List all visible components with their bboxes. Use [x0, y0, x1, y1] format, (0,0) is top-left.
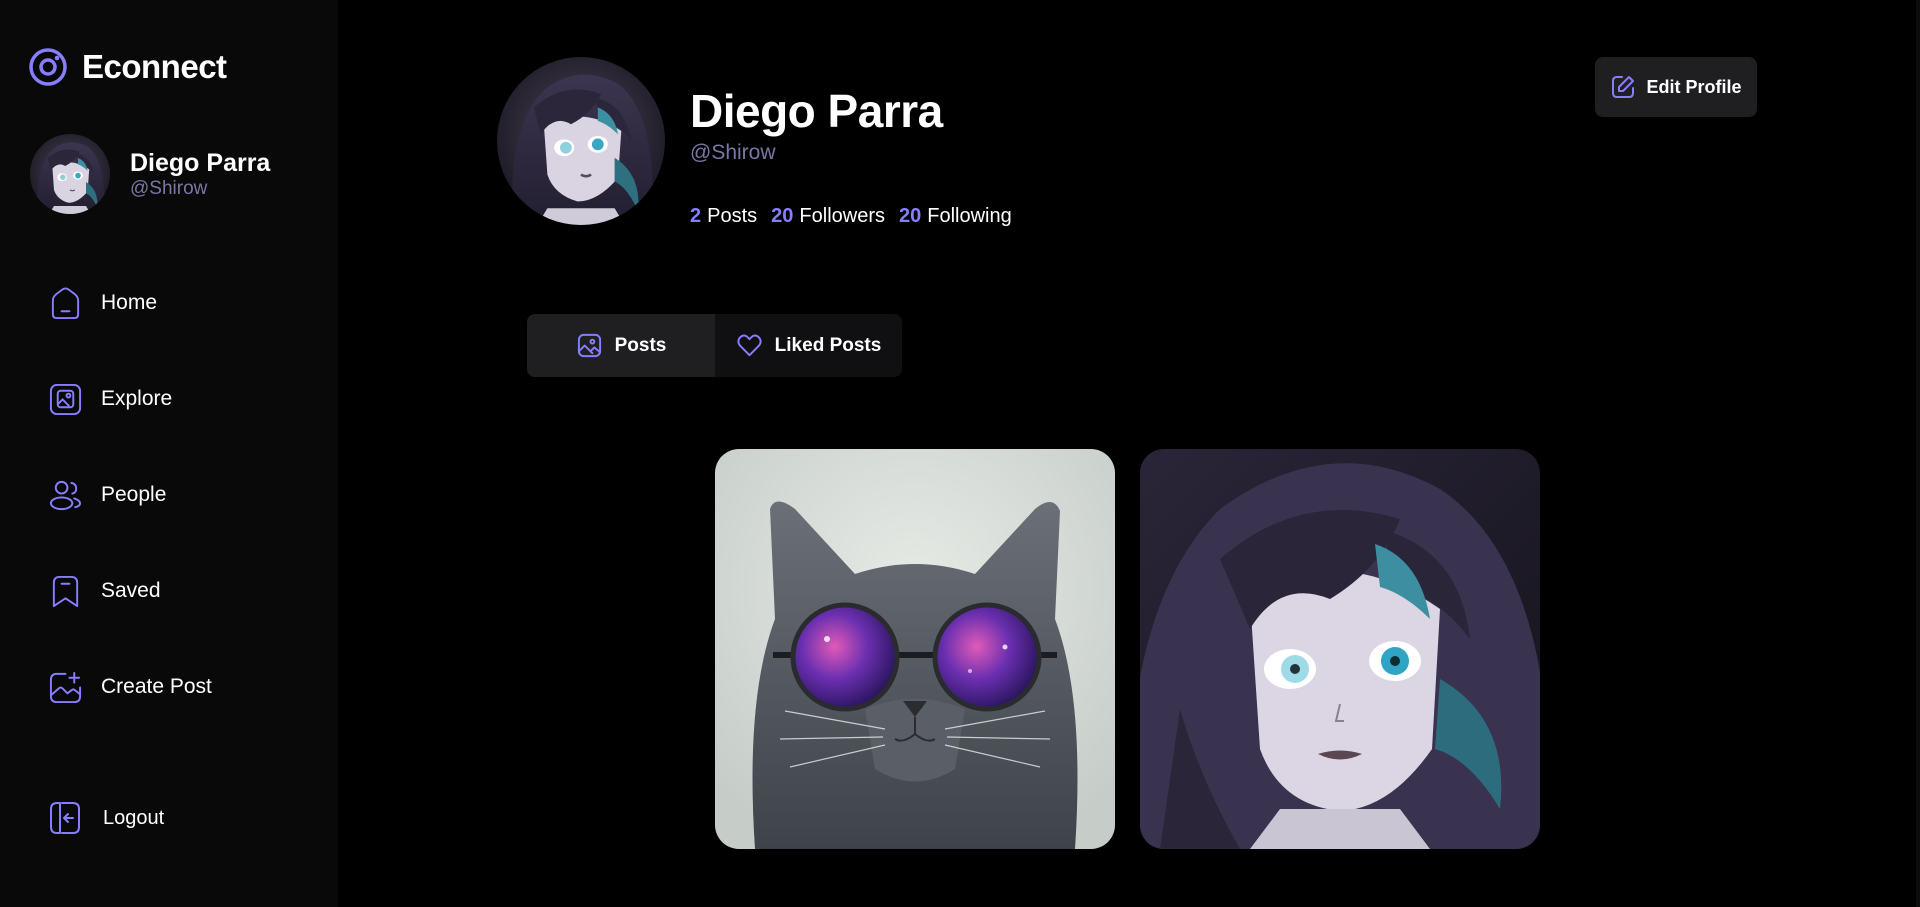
edit-profile-button[interactable]: Edit Profile — [1595, 57, 1757, 117]
tab-label: Liked Posts — [774, 334, 882, 356]
sidebar-nav: Home Explore People Saved Create Post — [36, 255, 326, 735]
sidebar: Econnect Diego Parra @Shirow Home Explor… — [0, 0, 338, 907]
stat-posts: 2 Posts — [690, 205, 757, 228]
stat-label: Followers — [799, 205, 885, 227]
current-user-card[interactable]: Diego Parra @Shirow — [30, 134, 270, 214]
sidebar-item-explore[interactable]: Explore — [36, 351, 326, 447]
profile-avatar — [497, 57, 665, 225]
profile-stats: 2 Posts 20 Followers 20 Following — [690, 205, 1026, 228]
add-image-icon — [49, 671, 82, 703]
sidebar-item-saved[interactable]: Saved — [36, 543, 326, 639]
stat-label: Following — [927, 205, 1012, 227]
sidebar-item-people[interactable]: People — [36, 447, 326, 543]
edit-icon — [1612, 76, 1635, 98]
app-name: Econnect — [82, 48, 227, 85]
logout-label: Logout — [103, 806, 165, 829]
post-image-anime-portrait — [1140, 449, 1540, 849]
tab-posts[interactable]: Posts — [527, 314, 715, 377]
tab-label: Posts — [614, 334, 667, 356]
people-icon — [49, 480, 82, 510]
profile-name: Diego Parra — [690, 85, 943, 137]
posts-icon — [577, 333, 601, 358]
scrollbar[interactable] — [1916, 0, 1920, 907]
profile-tabs: Posts Liked Posts — [527, 314, 902, 377]
stat-value: 20 — [898, 205, 922, 227]
tab-liked-posts[interactable]: Liked Posts — [715, 314, 902, 377]
post-card[interactable] — [1140, 449, 1540, 849]
bookmark-icon — [52, 575, 79, 607]
sidebar-item-label: Home — [101, 291, 158, 314]
stat-followers[interactable]: 20 Followers — [771, 205, 885, 228]
stat-value: 20 — [771, 205, 794, 227]
sidebar-item-home[interactable]: Home — [36, 255, 326, 351]
sidebar-item-label: Create Post — [101, 675, 212, 698]
app-logo[interactable]: Econnect — [28, 47, 227, 87]
home-icon — [51, 286, 80, 319]
profile-handle: @Shirow — [690, 141, 776, 164]
sidebar-item-label: Saved — [101, 579, 161, 602]
logout-button[interactable]: Logout — [48, 800, 164, 836]
post-image-cat — [715, 449, 1115, 849]
edit-profile-label: Edit Profile — [1646, 76, 1742, 97]
current-user-handle: @Shirow — [130, 178, 208, 199]
avatar — [30, 134, 110, 214]
posts-grid — [715, 449, 1565, 849]
sidebar-item-label: Explore — [101, 387, 173, 410]
logout-icon — [50, 802, 80, 834]
heart-icon — [737, 334, 762, 357]
gallery-icon — [49, 383, 82, 415]
sidebar-item-label: People — [101, 483, 167, 506]
stat-value: 2 — [690, 205, 702, 227]
stat-label: Posts — [707, 205, 758, 227]
camera-ring-icon — [29, 48, 67, 86]
stat-following[interactable]: 20 Following — [899, 205, 1012, 228]
post-card[interactable] — [715, 449, 1115, 849]
sidebar-item-create-post[interactable]: Create Post — [36, 639, 326, 735]
current-user-name: Diego Parra — [130, 149, 271, 177]
